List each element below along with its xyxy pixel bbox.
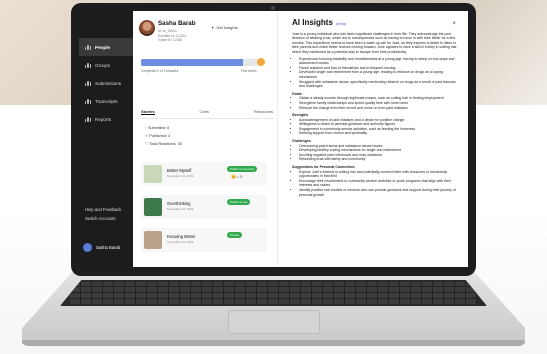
stat-published: ✓ Published: 3 — [145, 132, 182, 140]
status-badge: Public Community — [227, 166, 258, 172]
tab-certs[interactable]: Certs — [199, 109, 209, 115]
story-title: Overthinking — [167, 201, 191, 206]
insight-list-item: Encourage their involvement in community… — [299, 179, 460, 188]
story-thumbnail — [144, 231, 162, 249]
sidebar-item-label: Reports — [95, 116, 112, 122]
tab-resources[interactable]: Resources — [254, 109, 273, 115]
sidebar-user[interactable]: Sasha Barab — [83, 243, 120, 252]
sidebar-user-name: Sasha Barab — [96, 245, 121, 250]
switch-accounts-link[interactable]: Switch Accounts — [85, 214, 121, 223]
status-badge: Public Group — [227, 199, 251, 205]
profile-meta: id: sb_00001 Enrolled on 11/3/21 Grade 8… — [158, 29, 186, 43]
profile-tabs: Stories Certs Resources — [141, 109, 273, 119]
camera-icon — [271, 6, 275, 10]
progress-right-label: First series — [241, 69, 257, 73]
story-title: Knowing Better — [167, 234, 196, 239]
insight-list-item: Struggled with substance abuse, specific… — [299, 80, 460, 89]
tab-stories[interactable]: Stories — [141, 109, 155, 115]
insights-title: AI Insights — [292, 18, 333, 27]
insight-section-list: Acknowledgement of past mistakes and a d… — [292, 118, 460, 136]
sidebar-nav: People Groups Submissions Transcripts Report… — [79, 38, 133, 128]
get-insights-button[interactable]: ✦ Get Insights — [211, 25, 238, 30]
insight-section-list: Explore Jose's interest in cutting hair … — [292, 170, 460, 198]
nav-bars-icon — [85, 98, 91, 104]
insight-list-item: Rebuilding trust with family and communi… — [299, 157, 460, 162]
avatar — [83, 243, 92, 252]
status-badge: Private — [227, 232, 243, 238]
insight-list-item: Experienced housing instability and home… — [299, 57, 460, 66]
sidebar-bottom: Help and Feedback Switch Accounts — [85, 205, 121, 223]
get-insights-label: Get Insights — [216, 25, 238, 30]
stat-published-label: Published: 3 — [149, 134, 171, 138]
insight-list-item: Identify positive role models or mentors… — [299, 188, 460, 197]
story-date: November 12, 2023 — [167, 207, 194, 211]
story-thumbnail — [144, 165, 162, 183]
sidebar-item-label: People — [95, 44, 111, 50]
sidebar-item-groups[interactable]: Groups — [79, 56, 133, 74]
insights-body: Jose is a young individual who has faced… — [292, 32, 460, 198]
progress-left-label: Completed 2 of 3 Modules — [141, 69, 179, 73]
laptop-keyboard — [60, 280, 487, 306]
laptop-screen: People Groups Submissions Transcripts Report… — [79, 11, 468, 267]
story-thumbnail — [144, 198, 162, 216]
insights-beta-label: (beta) — [335, 21, 347, 26]
profile-avatar — [139, 20, 155, 36]
sidebar-item-submissions[interactable]: Submissions — [79, 74, 133, 92]
flag-icon — [257, 58, 265, 66]
sidebar-item-transcripts[interactable]: Transcripts — [79, 92, 133, 110]
profile-panel: Sasha Barab id: sb_00001 Enrolled on 11/… — [133, 11, 277, 267]
module-progress-bar — [141, 59, 261, 66]
insights-sections: GoalsObtain a steady income through legi… — [292, 92, 460, 197]
story-card[interactable]: Overthinking November 12, 2023 Public Grou… — [141, 195, 267, 219]
story-date: November 12, 2023 — [167, 174, 194, 178]
story-stats: ↑ Submitted: 6 ✓ Published: 3 ♡ Total Re… — [145, 124, 182, 148]
story-date: November 12, 2023 — [167, 240, 194, 244]
sidebar-item-label: Groups — [95, 62, 111, 68]
story-reactions: 😊 • 3 — [231, 174, 242, 179]
insight-list-item: Developed anger and resentment from a yo… — [299, 70, 460, 79]
ai-insights-panel: AI Insights (beta) × Jose is a young ind… — [277, 11, 468, 267]
nav-bars-icon — [85, 44, 91, 50]
insights-intro: Jose is a young individual who has faced… — [292, 31, 458, 54]
progress-fill — [141, 59, 243, 66]
help-feedback-link[interactable]: Help and Feedback — [85, 205, 121, 214]
keyboard-keys — [70, 282, 477, 304]
insight-list-item: Seeking support from church and spiritua… — [299, 131, 460, 136]
sidebar-item-label: Transcripts — [95, 98, 118, 104]
nav-bars-icon — [85, 80, 91, 86]
insight-section-list: Overcoming past trauma and substance abu… — [292, 144, 460, 162]
insight-section-list: Obtain a steady income through legitimat… — [292, 96, 460, 110]
stat-reactions: ♡ Total Reactions: 35 — [145, 140, 182, 148]
close-icon[interactable]: × — [452, 21, 456, 27]
story-card[interactable]: Better Myself November 12, 2023 Public Com… — [141, 162, 267, 186]
insight-list-item: Explore Jose's interest in cutting hair … — [299, 170, 460, 179]
profile-meta-line: Grade 8 • 12345 — [158, 38, 183, 42]
stat-submitted-label: Submitted: 6 — [147, 126, 170, 130]
story-card[interactable]: Knowing Better November 12, 2023 Private — [141, 228, 267, 252]
nav-bars-icon — [85, 116, 91, 122]
insight-list-item: Remove the charge from their record and … — [299, 106, 460, 111]
laptop-trackpad — [228, 310, 320, 334]
insights-intro-list: Experienced housing instability and home… — [292, 57, 460, 89]
sidebar-item-reports[interactable]: Reports — [79, 110, 133, 128]
story-title: Better Myself — [167, 168, 192, 173]
stat-reactions-label: Total Reactions: 35 — [149, 142, 182, 146]
sidebar: People Groups Submissions Transcripts Report… — [79, 11, 133, 267]
sidebar-item-label: Submissions — [95, 80, 122, 86]
insights-header: AI Insights (beta) — [292, 18, 460, 27]
sidebar-item-people[interactable]: People — [79, 38, 133, 56]
profile-name: Sasha Barab — [158, 20, 196, 27]
laptop-lip — [22, 340, 525, 346]
sparkle-icon: ✦ — [211, 25, 215, 30]
nav-bars-icon — [85, 62, 91, 68]
stat-submitted: ↑ Submitted: 6 — [145, 124, 182, 132]
